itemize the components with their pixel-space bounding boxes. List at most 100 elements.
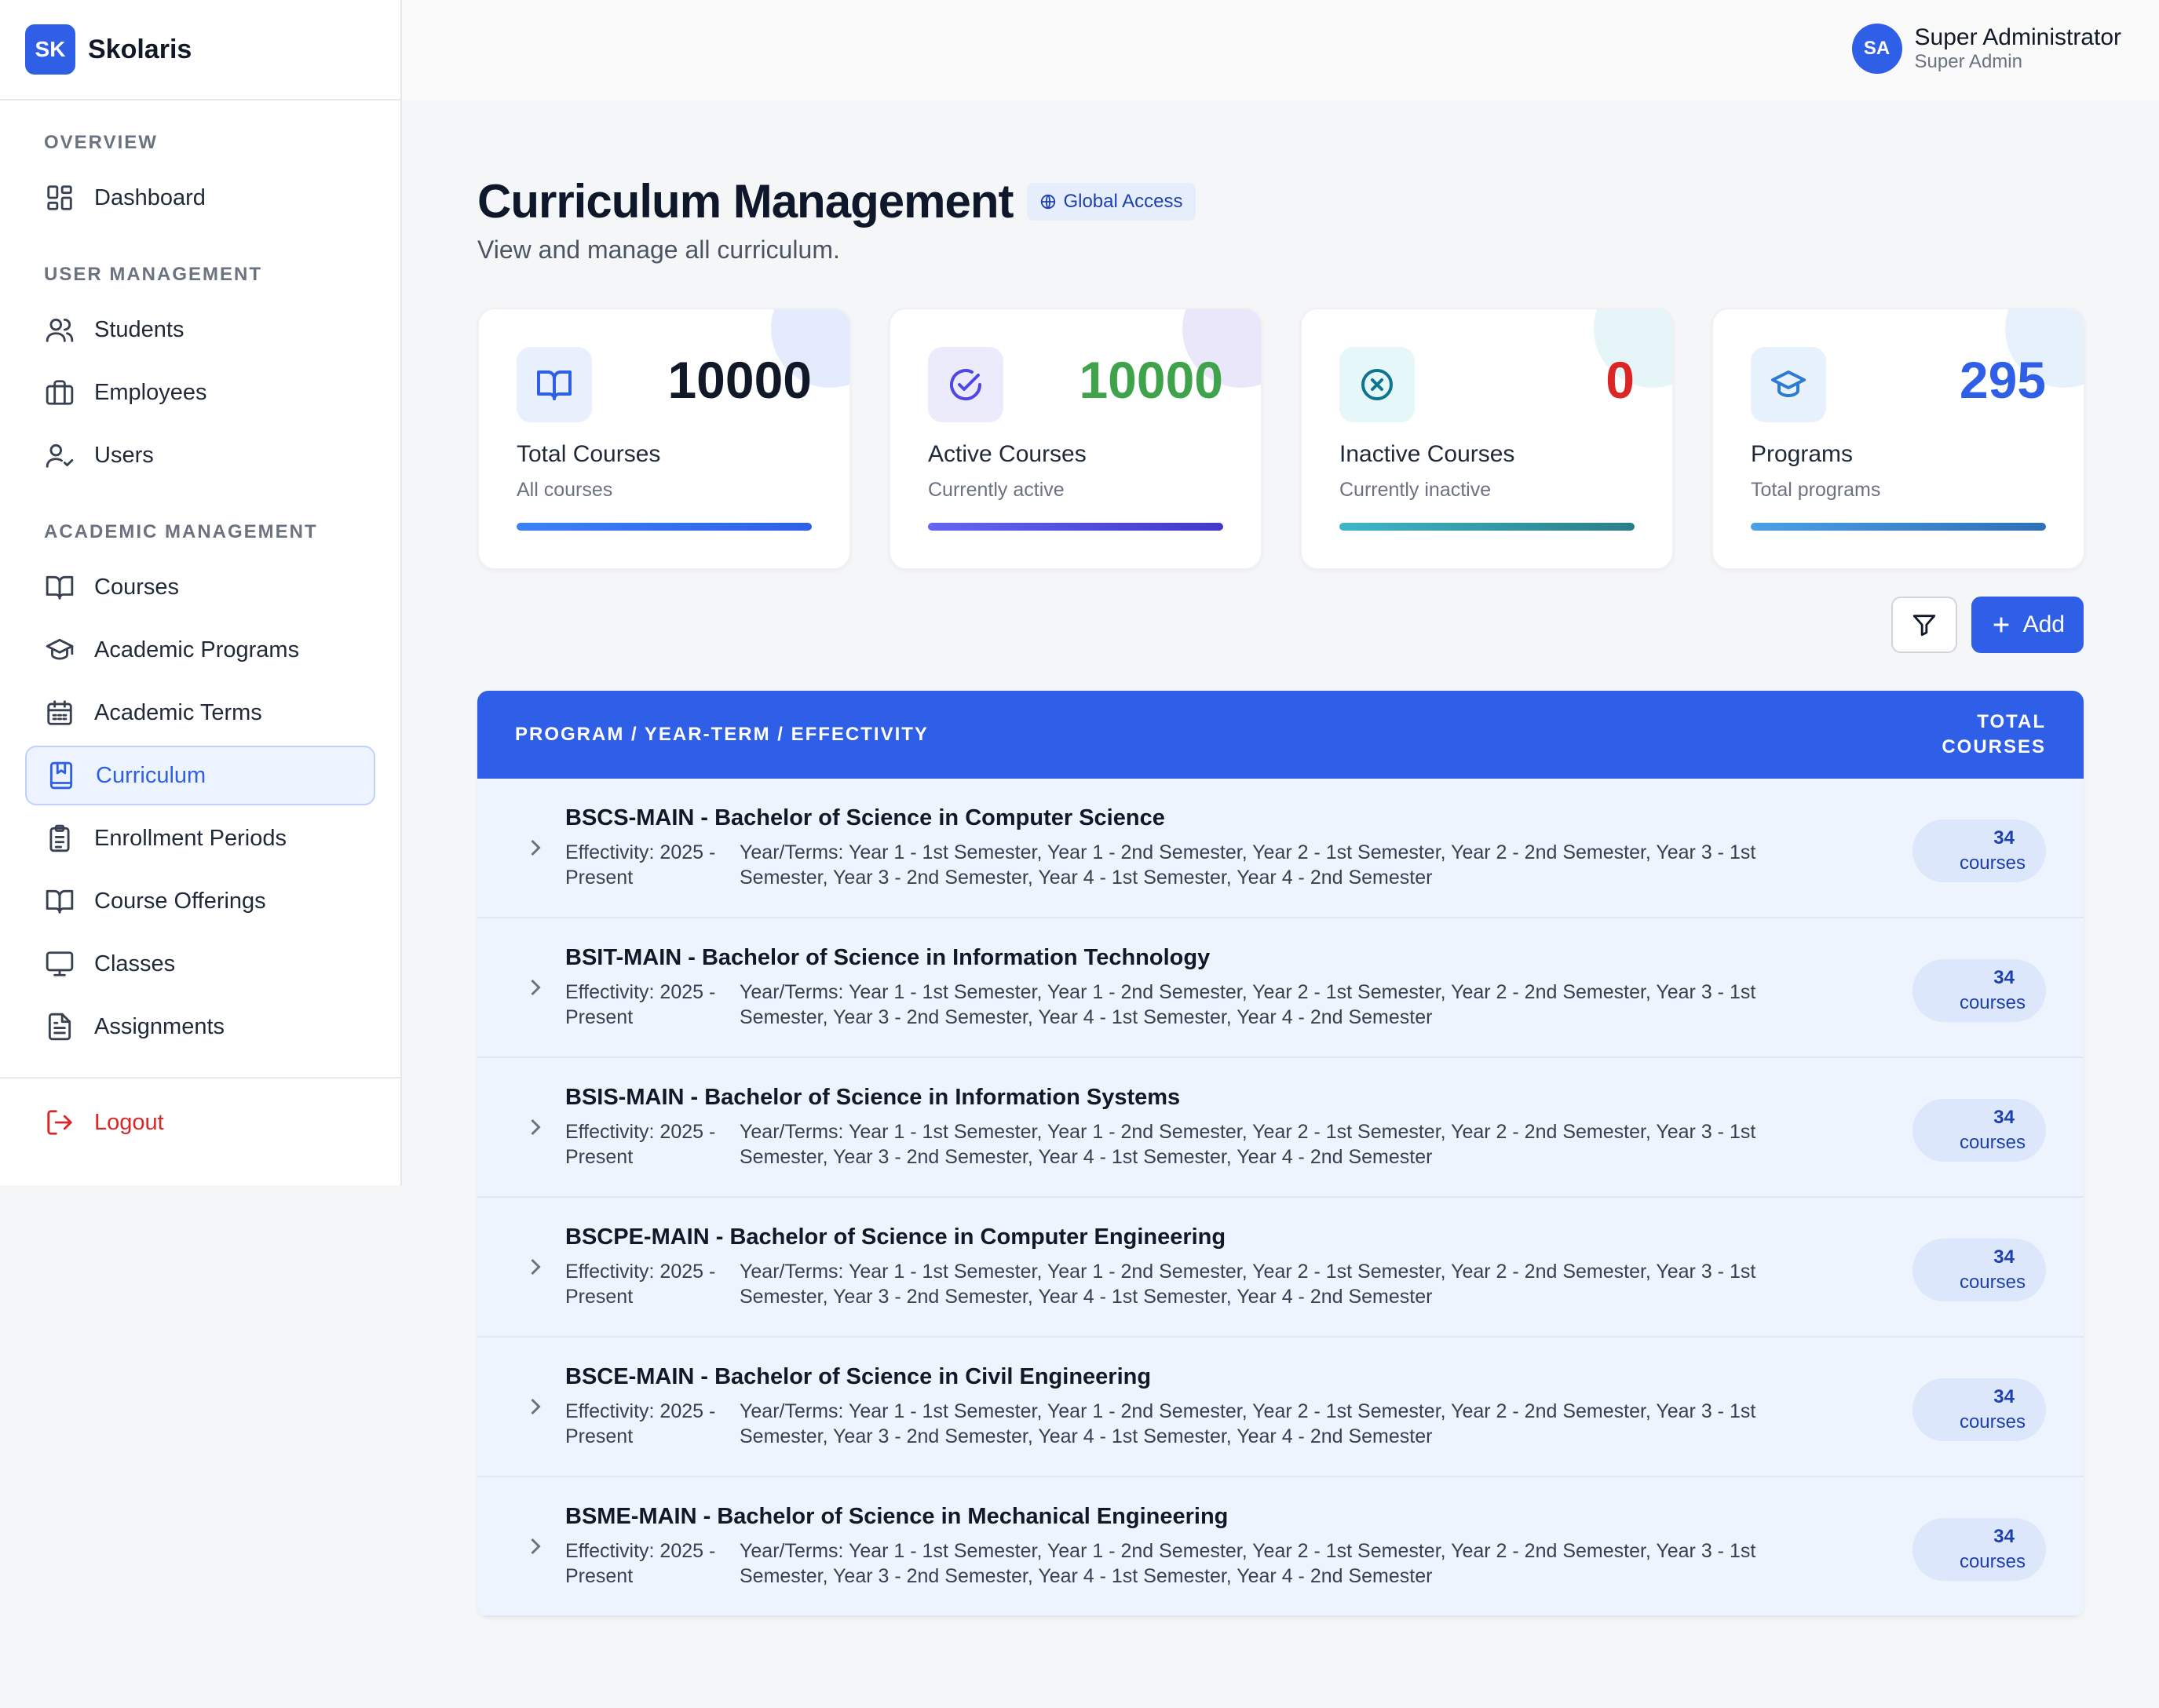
sidebar-item-label: Course Offerings: [94, 888, 266, 914]
row-title: BSCPE-MAIN - Bachelor of Science in Comp…: [565, 1224, 1226, 1250]
sidebar-item-label: Users: [94, 442, 154, 468]
stat-sublabel: All courses: [517, 479, 613, 501]
users-icon: [44, 314, 75, 345]
add-button[interactable]: Add: [1971, 597, 2084, 653]
topbar: SA Super Administrator Super Admin: [402, 0, 2159, 100]
logout-button[interactable]: Logout: [25, 1093, 375, 1152]
table-row[interactable]: BSIT-MAIN - Bachelor of Science in Infor…: [477, 918, 2084, 1058]
row-effectivity: Effectivity: 2025 - Present: [565, 841, 716, 889]
column-header-total-courses: TOTAL COURSES: [1942, 711, 2046, 757]
row-terms-label: Year/Terms:: [740, 981, 844, 1003]
user-role: Super Admin: [1914, 51, 2022, 72]
row-terms-value: Year 1 - 1st Semester, Year 1 - 2nd Seme…: [740, 841, 1756, 889]
page-title: Curriculum Management: [477, 175, 1014, 228]
row-effectivity: Effectivity: 2025 - Present: [565, 981, 716, 1028]
table-actions: Add: [1890, 597, 2084, 653]
sidebar-item-label: Academic Programs: [94, 637, 300, 662]
chevron-right-icon[interactable]: [521, 1253, 550, 1281]
chevron-right-icon[interactable]: [521, 973, 550, 1002]
row-terms: Year/Terms: Year 1 - 1st Semester, Year …: [740, 1538, 1784, 1589]
monitor-icon: [44, 948, 75, 980]
book-open-icon: [44, 885, 75, 917]
chevron-right-icon[interactable]: [521, 834, 550, 862]
stat-card-programs: 295 Programs Total programs: [1711, 308, 2085, 570]
row-terms-label: Year/Terms:: [740, 1400, 844, 1422]
course-count-badge: 34 courses: [1912, 959, 2046, 1022]
stat-card-total-courses: 10000 Total Courses All courses: [477, 308, 851, 570]
row-terms-label: Year/Terms:: [740, 841, 844, 863]
stat-bar: [928, 523, 1223, 531]
filter-button[interactable]: [1890, 597, 1957, 653]
sidebar-item-label: Employees: [94, 379, 207, 405]
sidebar-item-enrollment-periods[interactable]: Enrollment Periods: [25, 808, 375, 868]
course-count: 34: [1993, 967, 2015, 988]
stat-card-inactive-courses: 0 Inactive Courses Currently inactive: [1300, 308, 1674, 570]
sidebar-item-course-offerings[interactable]: Course Offerings: [25, 871, 375, 931]
course-count: 34: [1993, 1107, 2015, 1128]
filter-icon: [1912, 615, 1935, 637]
sidebar-item-academic-terms[interactable]: Academic Terms: [25, 683, 375, 743]
stat-value: 0: [1606, 351, 1635, 409]
course-count-badge: 34 courses: [1912, 819, 2046, 882]
sidebar-item-label: Students: [94, 316, 184, 342]
global-access-badge: Global Access: [1027, 182, 1196, 221]
course-count-unit: courses: [1959, 1551, 2026, 1572]
sidebar-item-courses[interactable]: Courses: [25, 557, 375, 617]
sidebar-item-label: Courses: [94, 574, 179, 600]
row-effectivity: Effectivity: 2025 - Present: [565, 1540, 716, 1587]
sidebar-item-curriculum[interactable]: Curriculum: [25, 746, 375, 805]
chevron-right-icon[interactable]: [521, 1532, 550, 1560]
nav-section-academic-management: ACADEMIC MANAGEMENT: [44, 521, 318, 542]
sidebar-item-users[interactable]: Users: [25, 425, 375, 485]
course-count-badge: 34 courses: [1912, 1239, 2046, 1301]
calendar-icon: [44, 697, 75, 728]
stat-sublabel: Currently inactive: [1339, 479, 1492, 501]
sidebar-item-employees[interactable]: Employees: [25, 363, 375, 422]
sidebar-item-dashboard[interactable]: Dashboard: [25, 168, 375, 228]
table-row[interactable]: BSCS-MAIN - Bachelor of Science in Compu…: [477, 779, 2084, 918]
row-title: BSCS-MAIN - Bachelor of Science in Compu…: [565, 805, 1165, 830]
stats-row: 10000 Total Courses All courses 10000 Ac…: [477, 308, 2085, 570]
brand[interactable]: SK Skolaris: [0, 0, 400, 100]
sidebar-item-academic-programs[interactable]: Academic Programs: [25, 620, 375, 680]
sidebar-item-classes[interactable]: Classes: [25, 934, 375, 994]
x-circle-icon: [1339, 347, 1415, 422]
table-row[interactable]: BSCE-MAIN - Bachelor of Science in Civil…: [477, 1338, 2084, 1477]
sidebar-item-label: Dashboard: [94, 184, 206, 210]
course-count-badge: 34 courses: [1912, 1099, 2046, 1162]
avatar: SA: [1851, 24, 1902, 74]
sidebar-item-assignments[interactable]: Assignments: [25, 997, 375, 1057]
sidebar-item-students[interactable]: Students: [25, 300, 375, 359]
stat-value: 295: [1959, 351, 2046, 409]
table-header: PROGRAM / YEAR-TERM / EFFECTIVITY TOTAL …: [477, 691, 2084, 779]
chevron-right-icon[interactable]: [521, 1392, 550, 1421]
row-terms-label: Year/Terms:: [740, 1261, 844, 1283]
row-terms-value: Year 1 - 1st Semester, Year 1 - 2nd Seme…: [740, 1261, 1756, 1308]
plus-icon: [1993, 617, 2008, 633]
table-row[interactable]: BSME-MAIN - Bachelor of Science in Mecha…: [477, 1477, 2084, 1617]
course-count: 34: [1993, 827, 2015, 849]
sidebar: SK Skolaris OVERVIEW Dashboard USER MANA…: [0, 0, 402, 1185]
graduation-cap-icon: [1751, 347, 1826, 422]
table-row[interactable]: BSIS-MAIN - Bachelor of Science in Infor…: [477, 1058, 2084, 1198]
curriculum-table: PROGRAM / YEAR-TERM / EFFECTIVITY TOTAL …: [477, 691, 2084, 1617]
stat-bar: [1339, 523, 1635, 531]
user-menu[interactable]: SA Super Administrator Super Admin: [1851, 24, 2121, 74]
row-terms: Year/Terms: Year 1 - 1st Semester, Year …: [740, 980, 1784, 1030]
row-title: BSIS-MAIN - Bachelor of Science in Infor…: [565, 1085, 1181, 1110]
course-count-unit: courses: [1959, 852, 2026, 874]
page-subtitle: View and manage all curriculum.: [477, 235, 840, 264]
chevron-right-icon[interactable]: [521, 1113, 550, 1141]
stat-value: 10000: [667, 351, 812, 409]
nav-section-user-management: USER MANAGEMENT: [44, 264, 263, 285]
stat-value: 10000: [1079, 351, 1223, 409]
stat-label: Total Courses: [517, 441, 661, 467]
stat-label: Programs: [1751, 441, 1854, 467]
clipboard-icon: [44, 823, 75, 854]
row-effectivity: Effectivity: 2025 - Present: [565, 1400, 716, 1447]
stat-sublabel: Currently active: [928, 479, 1065, 501]
nav-section-overview: OVERVIEW: [44, 132, 158, 153]
table-row[interactable]: BSCPE-MAIN - Bachelor of Science in Comp…: [477, 1198, 2084, 1338]
sidebar-item-label: Curriculum: [96, 762, 206, 788]
add-button-label: Add: [2022, 611, 2065, 637]
